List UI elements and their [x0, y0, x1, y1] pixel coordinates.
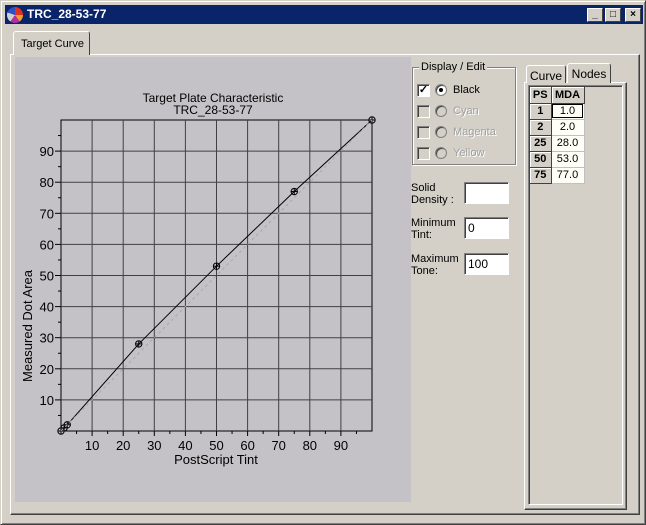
magenta-label: Magenta: [453, 126, 496, 138]
window-title: TRC_28-53-77: [27, 7, 107, 21]
minimum-tint-label: Minimum Tint:: [411, 217, 456, 241]
magenta-checkbox[interactable]: [417, 126, 430, 139]
table-row[interactable]: 1 1.0: [530, 103, 585, 120]
app-logo-icon: [7, 7, 23, 23]
x-tick-label: 60: [240, 438, 254, 453]
black-label: Black: [453, 84, 480, 96]
mda-cell[interactable]: 1.0: [551, 103, 585, 120]
y-tick-label: 70: [40, 206, 54, 221]
x-tick-label: 90: [334, 438, 348, 453]
ps-cell[interactable]: 25: [530, 135, 552, 152]
solid-density-label: Solid Density :: [411, 182, 454, 206]
x-tick-label: 70: [271, 438, 285, 453]
y-axis-label: Measured Dot Area: [20, 269, 35, 382]
chart-area: Target Plate Characteristic TRC_28-53-77…: [15, 57, 411, 502]
data-point-marker: [135, 340, 143, 348]
yellow-checkbox[interactable]: [417, 147, 430, 160]
mda-cell[interactable]: 53.0: [551, 151, 585, 168]
solid-density-input[interactable]: [464, 182, 509, 204]
ps-cell[interactable]: 75: [530, 167, 552, 184]
x-tick-label: 80: [303, 438, 317, 453]
x-tick-label: 20: [116, 438, 130, 453]
display-edit-legend: Display / Edit: [419, 61, 488, 73]
table-row[interactable]: 75 77.0: [530, 167, 585, 184]
cyan-label: Cyan: [453, 105, 479, 117]
column-header-ps: PS: [530, 87, 552, 104]
cyan-radio[interactable]: [435, 105, 447, 117]
black-radio[interactable]: [435, 84, 447, 96]
minimize-button[interactable]: _: [587, 8, 603, 22]
magenta-radio[interactable]: [435, 126, 447, 138]
close-button[interactable]: ×: [625, 8, 641, 22]
yellow-label: Yellow: [453, 147, 485, 159]
minimum-tint-input[interactable]: [464, 217, 509, 239]
y-tick-label: 80: [40, 175, 54, 190]
maximum-tone-label: Maximum Tone:: [411, 253, 459, 277]
mda-cell[interactable]: 2.0: [551, 119, 585, 136]
table-row[interactable]: 25 28.0: [530, 135, 585, 152]
chart-svg: 10 20 30 40 50 60 70 80 90 10 20 30 40 50 60 70 80 90 Pos…: [20, 116, 376, 467]
tab-nodes[interactable]: Nodes: [567, 63, 611, 83]
y-tick-label: 60: [40, 237, 54, 252]
y-tick-label: 30: [40, 331, 54, 346]
y-tick-label: 20: [40, 362, 54, 377]
black-checkbox[interactable]: ✓: [417, 84, 430, 97]
maximum-tone-input[interactable]: [464, 253, 509, 275]
tab-target-curve[interactable]: Target Curve: [13, 31, 90, 55]
cyan-checkbox[interactable]: [417, 105, 430, 118]
y-tick-label: 50: [40, 269, 54, 284]
maximize-button[interactable]: □: [605, 8, 621, 22]
yellow-radio[interactable]: [435, 147, 447, 159]
y-tick-label: 10: [40, 393, 54, 408]
x-axis-label: PostScript Tint: [174, 452, 258, 467]
x-tick-label: 10: [85, 438, 99, 453]
data-point-marker: [290, 187, 298, 196]
y-tick-label: 40: [40, 300, 54, 315]
column-header-mda: MDA: [551, 87, 585, 104]
app-window: TRC_28-53-77 _ □ × Target Curve Target P…: [0, 0, 646, 525]
ps-cell[interactable]: 2: [530, 119, 552, 136]
ps-cell[interactable]: 50: [530, 151, 552, 168]
table-row[interactable]: 50 53.0: [530, 151, 585, 168]
nodes-table: PS MDA 1 1.0 2 2.0 25 28.0 50 53.0 75 77.0: [530, 87, 585, 184]
mda-cell[interactable]: 28.0: [551, 135, 585, 152]
tab-curve[interactable]: Curve: [526, 65, 566, 83]
y-tick-label: 90: [40, 144, 54, 159]
x-tick-label: 40: [178, 438, 192, 453]
mda-cell[interactable]: 77.0: [551, 167, 585, 184]
radio-dot-icon: [439, 88, 443, 92]
table-row[interactable]: 2 2.0: [530, 119, 585, 136]
x-tick-label: 30: [147, 438, 161, 453]
x-tick-label: 50: [209, 438, 223, 453]
title-bar[interactable]: TRC_28-53-77 _ □ ×: [5, 5, 643, 24]
data-point-marker: [212, 262, 221, 270]
ps-cell[interactable]: 1: [530, 103, 552, 120]
